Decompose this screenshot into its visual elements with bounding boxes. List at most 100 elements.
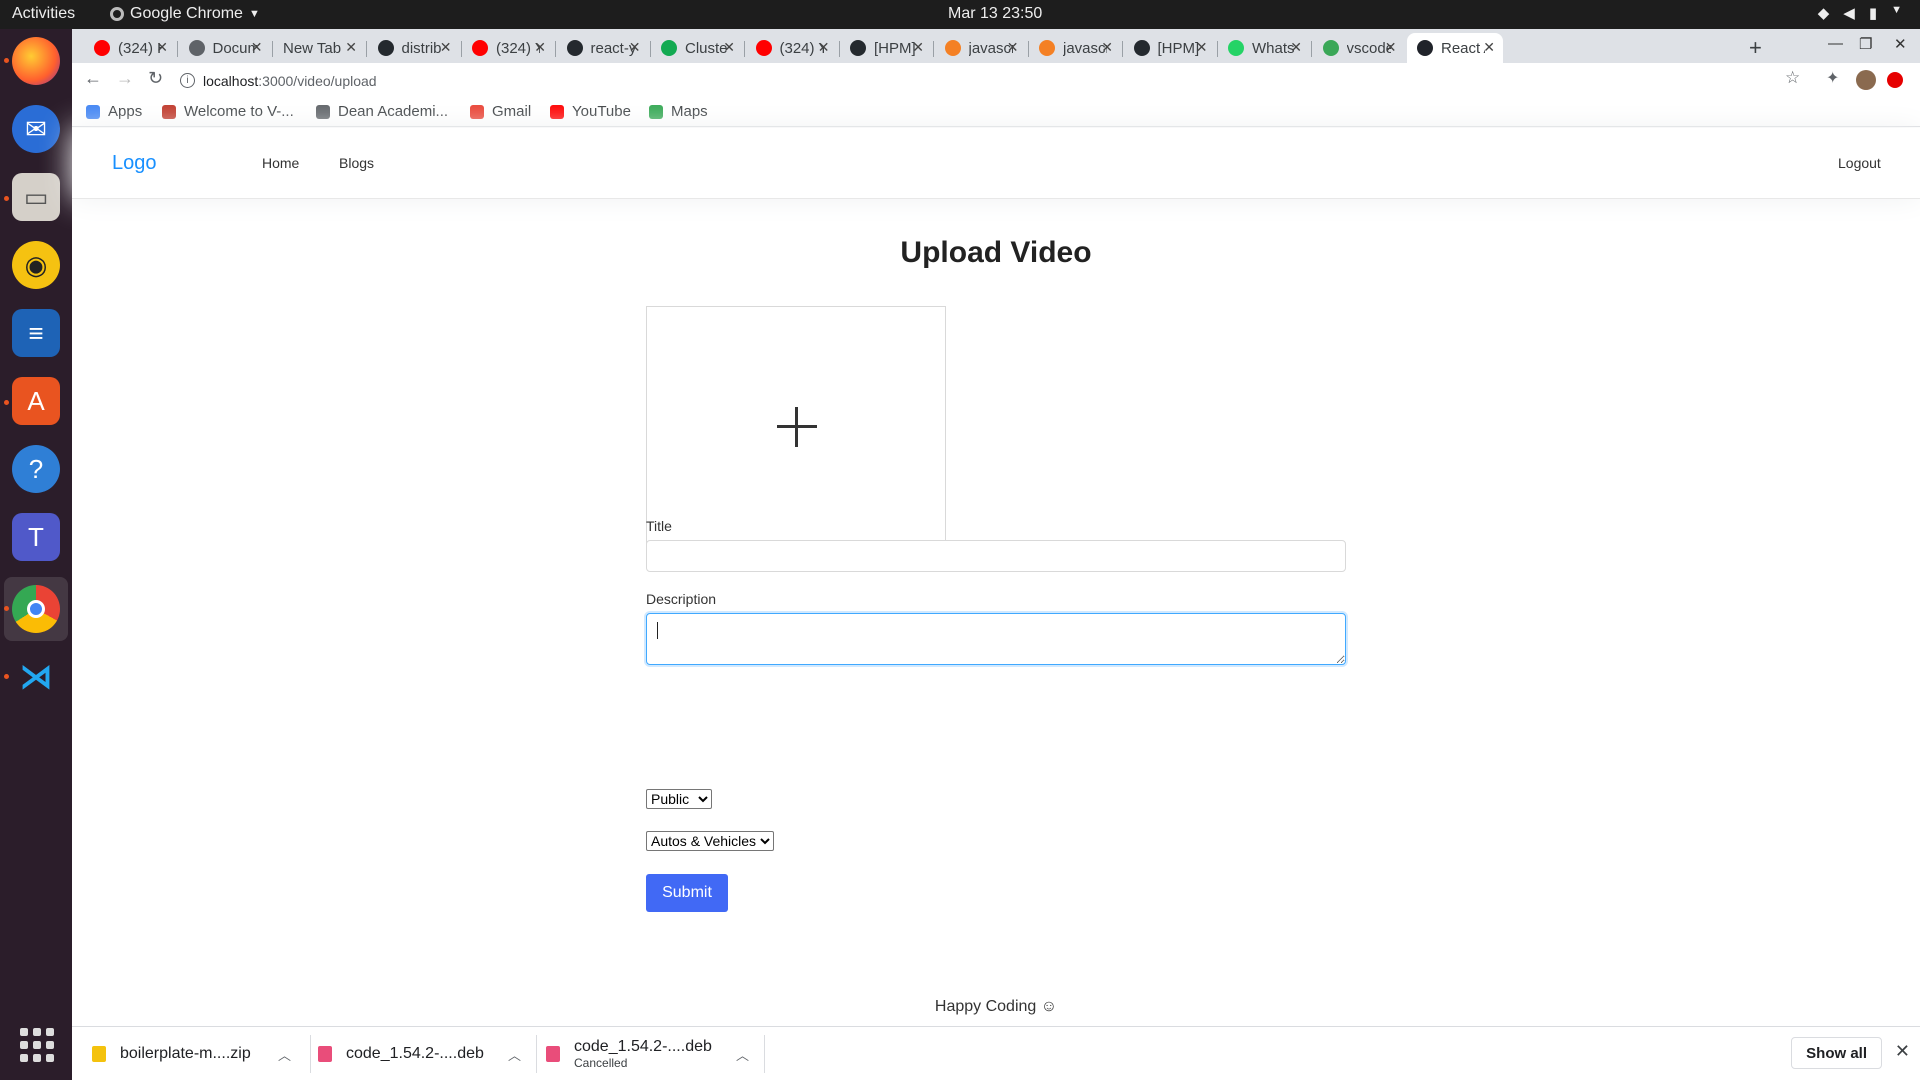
download-item[interactable]: code_1.54.2-....deb ︿ — [318, 1027, 528, 1080]
address-bar[interactable]: i localhost:3000/video/upload — [180, 67, 1880, 94]
browser-window: (324) H✕Docum✕New Tab✕distrib✕(324) Y✕re… — [72, 29, 1920, 1080]
bookmark-item[interactable]: Gmail — [470, 103, 531, 120]
extension-badge-icon[interactable] — [1887, 72, 1903, 88]
running-indicator — [4, 196, 9, 201]
browser-tab[interactable]: vscode ✕ — [1313, 33, 1405, 63]
tab-close-icon[interactable]: ✕ — [156, 39, 168, 56]
new-tab-icon[interactable]: + — [1749, 35, 1762, 61]
reload-icon[interactable]: ↻ — [148, 68, 163, 89]
browser-tab[interactable]: [HPM] ✕ — [840, 33, 932, 63]
tab-favicon-icon — [1228, 40, 1244, 56]
site-logo[interactable]: Logo — [112, 152, 157, 175]
nav-blogs[interactable]: Blogs — [339, 155, 374, 171]
bookmark-item[interactable]: YouTube — [550, 103, 631, 120]
browser-tab[interactable]: Docum ✕ — [179, 33, 271, 63]
app-menu[interactable]: Google Chrome ▼ — [110, 5, 260, 23]
show-all-downloads-button[interactable]: Show all — [1791, 1037, 1882, 1069]
url-host: localhost — [203, 72, 259, 89]
tab-close-icon[interactable]: ✕ — [629, 39, 641, 56]
clock[interactable]: Mar 13 23:50 — [948, 5, 1042, 23]
tab-close-icon[interactable]: ✕ — [1483, 39, 1495, 56]
tab-close-icon[interactable]: ✕ — [251, 39, 263, 56]
activities-button[interactable]: Activities — [12, 5, 75, 23]
chrome-icon — [110, 7, 124, 21]
nav-home[interactable]: Home — [262, 155, 299, 171]
tab-close-icon[interactable]: ✕ — [440, 39, 452, 56]
browser-tab[interactable]: javascr ✕ — [1029, 33, 1121, 63]
forward-icon[interactable]: → — [116, 68, 134, 89]
close-shelf-icon[interactable]: ✕ — [1895, 1041, 1910, 1062]
tab-close-icon[interactable]: ✕ — [1196, 39, 1208, 56]
browser-toolbar: ← → ↻ i localhost:3000/video/upload ☆ ✦ — [72, 63, 1920, 97]
browser-tab[interactable]: distrib ✕ — [368, 33, 460, 63]
bookmark-item[interactable]: Maps — [649, 103, 708, 120]
back-icon[interactable]: ← — [84, 68, 102, 89]
browser-tab[interactable]: React A✕ — [1407, 33, 1503, 63]
chevron-up-icon[interactable]: ︿ — [278, 1045, 291, 1064]
rhythmbox-icon[interactable]: ◉ — [12, 241, 60, 289]
extensions-icon[interactable]: ✦ — [1826, 68, 1839, 88]
profile-avatar[interactable] — [1856, 70, 1876, 90]
site-info-icon[interactable]: i — [180, 73, 195, 88]
thunderbird-icon[interactable]: ✉ — [12, 105, 60, 153]
tab-title: Whats — [1252, 39, 1295, 57]
browser-tab[interactable]: Whats ✕ — [1218, 33, 1310, 63]
title-input[interactable] — [646, 540, 1346, 572]
description-label: Description — [646, 591, 717, 607]
browser-tab[interactable]: (324) H✕ — [84, 33, 176, 63]
tab-close-icon[interactable]: ✕ — [1101, 39, 1113, 56]
tab-title: Cluste — [685, 39, 728, 57]
bookmark-item[interactable]: Welcome to V-... — [162, 103, 294, 120]
chevron-up-icon[interactable]: ︿ — [736, 1045, 749, 1064]
nav-logout[interactable]: Logout — [1838, 155, 1881, 171]
file-icon — [318, 1046, 332, 1062]
chevron-up-icon[interactable]: ︿ — [508, 1045, 521, 1064]
bookmark-item[interactable]: Dean Academi... — [316, 103, 448, 120]
browser-tab[interactable]: [HPM] ✕ — [1124, 33, 1216, 63]
plus-icon-vertical — [795, 407, 798, 447]
bookmark-favicon-icon — [470, 104, 484, 119]
writer-icon[interactable]: ≡ — [12, 309, 60, 357]
tab-close-icon[interactable]: ✕ — [1290, 39, 1302, 56]
firefox-icon[interactable] — [12, 37, 60, 85]
vscode-icon[interactable]: ⋊ — [12, 653, 60, 701]
video-dropzone[interactable] — [646, 306, 946, 546]
tab-close-icon[interactable]: ✕ — [912, 39, 924, 56]
minimize-icon[interactable]: — — [1828, 35, 1843, 52]
tab-close-icon[interactable]: ✕ — [345, 39, 357, 56]
browser-tab[interactable]: Cluste ✕ — [651, 33, 743, 63]
download-shelf: boilerplate-m....zip ︿ code_1.54.2-....deb… — [72, 1026, 1920, 1080]
browser-tab[interactable]: react-y ✕ — [557, 33, 649, 63]
download-item[interactable]: code_1.54.2-....deb Cancelled ︿ — [546, 1027, 756, 1080]
tab-close-icon[interactable]: ✕ — [534, 39, 546, 56]
browser-tab[interactable]: New Tab ✕ — [273, 33, 365, 63]
teams-icon[interactable]: T — [12, 513, 60, 561]
chrome-dock-icon[interactable] — [12, 585, 60, 633]
description-textarea[interactable] — [646, 613, 1346, 665]
tab-close-icon[interactable]: ✕ — [723, 39, 735, 56]
submit-button[interactable]: Submit — [646, 874, 728, 912]
download-item[interactable]: boilerplate-m....zip ︿ — [92, 1027, 302, 1080]
tab-close-icon[interactable]: ✕ — [1007, 39, 1019, 56]
category-select[interactable]: Autos & Vehicles — [646, 831, 774, 851]
software-center-icon[interactable]: A — [12, 377, 60, 425]
show-applications-icon[interactable] — [20, 1028, 54, 1062]
privacy-select[interactable]: Public — [646, 789, 712, 809]
tab-favicon-icon — [377, 40, 394, 56]
download-filename: boilerplate-m....zip — [120, 1045, 251, 1062]
tab-strip: (324) H✕Docum✕New Tab✕distrib✕(324) Y✕re… — [72, 29, 1920, 63]
tab-close-icon[interactable]: ✕ — [818, 39, 830, 56]
tab-favicon-icon — [755, 40, 772, 56]
bookmark-item[interactable]: Apps — [86, 103, 142, 120]
tab-close-icon[interactable]: ✕ — [1385, 39, 1397, 56]
restore-icon[interactable]: ❐ — [1859, 35, 1872, 53]
help-icon[interactable]: ? — [12, 445, 60, 493]
system-tray[interactable]: ◆ ◀ ▮ ▼ — [1818, 4, 1902, 22]
browser-tab[interactable]: javascr ✕ — [935, 33, 1027, 63]
files-icon[interactable]: ▭ — [12, 173, 60, 221]
browser-tab[interactable]: (324) Y ✕ — [746, 33, 838, 63]
bookmark-star-icon[interactable]: ☆ — [1785, 68, 1800, 88]
tab-favicon-icon — [1322, 40, 1339, 56]
browser-tab[interactable]: (324) Y ✕ — [462, 33, 554, 63]
close-window-icon[interactable]: ✕ — [1894, 35, 1907, 53]
